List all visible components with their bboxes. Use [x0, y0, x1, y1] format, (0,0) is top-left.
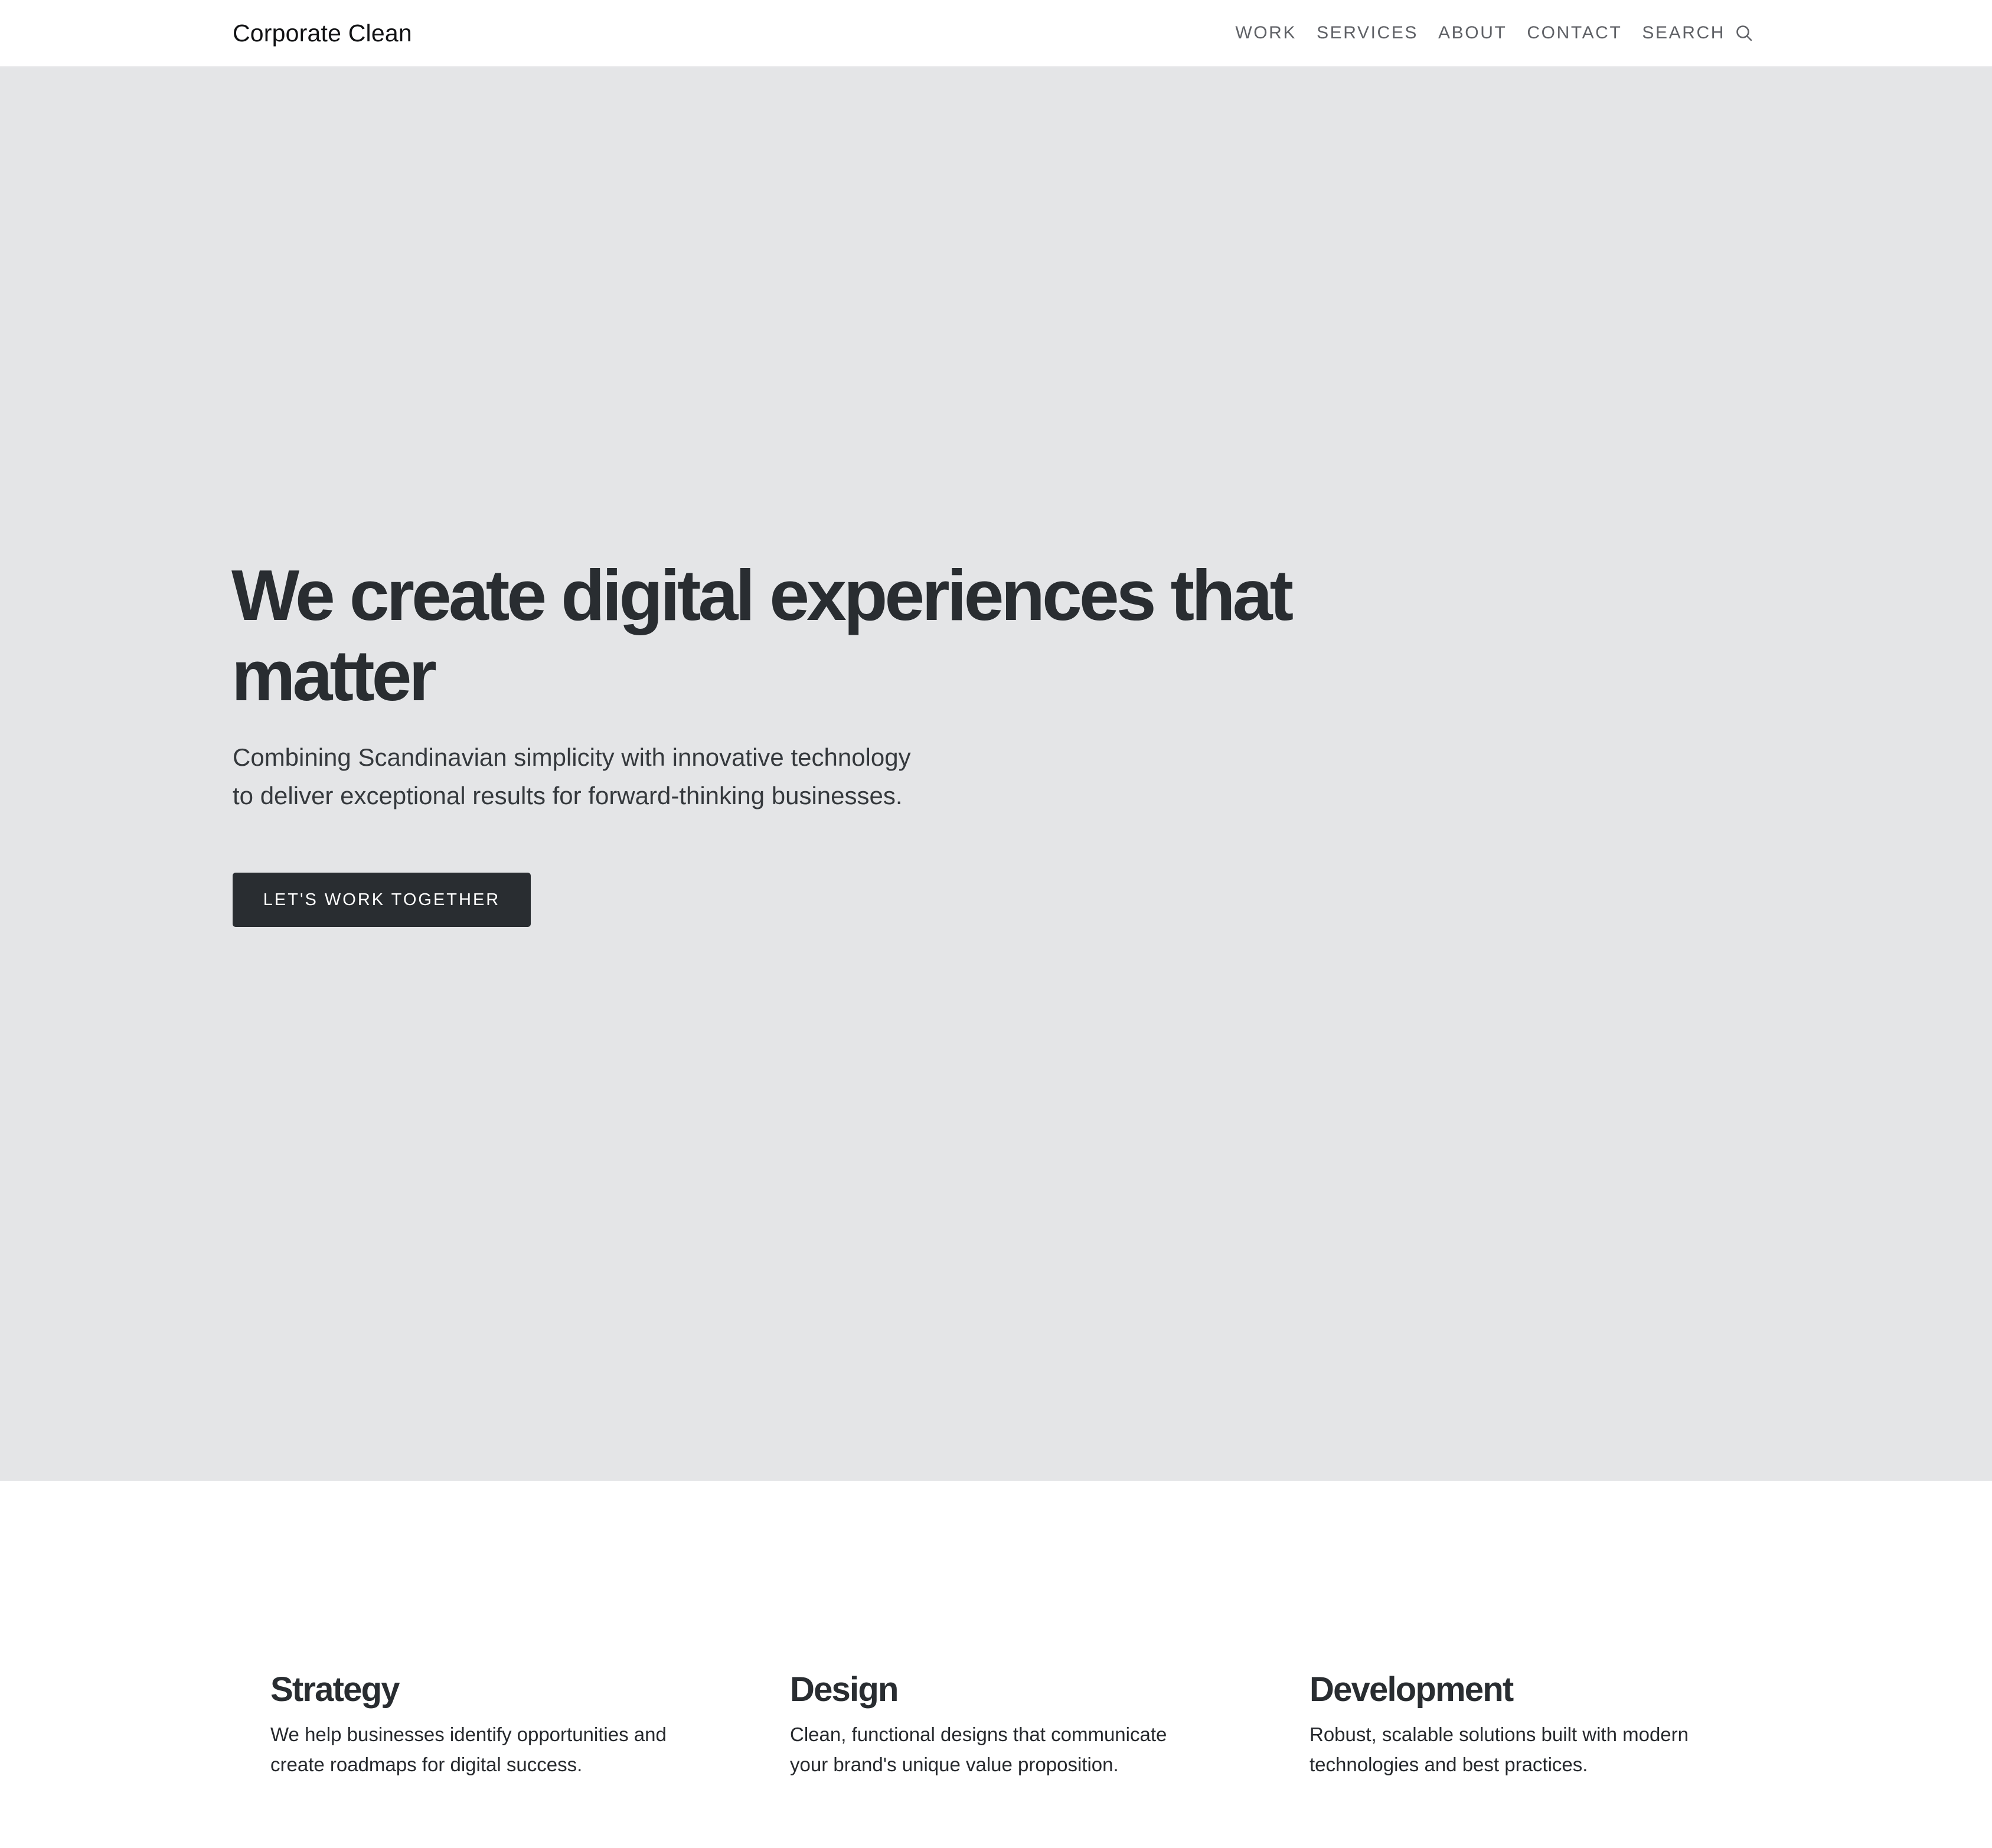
service-title: Design: [790, 1670, 899, 1709]
nav-services-link[interactable]: SERVICES: [1317, 23, 1418, 43]
services-section: Strategy We help businesses identify opp…: [0, 1481, 1992, 1848]
service-description-line-1: Robust, scalable solutions built with mo…: [1310, 1723, 1689, 1745]
service-description: Robust, scalable solutions built with mo…: [1310, 1719, 1758, 1780]
search-icon: [1735, 24, 1753, 43]
nav-search-button[interactable]: SEARCH: [1642, 23, 1753, 43]
nav-about-link[interactable]: ABOUT: [1438, 23, 1507, 43]
nav-search-label: SEARCH: [1642, 23, 1725, 43]
main-nav: WORK SERVICES ABOUT CONTACT SEARCH: [1235, 20, 1753, 46]
site-header: Corporate Clean WORK SERVICES ABOUT CONT…: [0, 0, 1992, 67]
service-description-line-2: technologies and best practices.: [1310, 1754, 1588, 1775]
nav-work-link[interactable]: WORK: [1235, 23, 1297, 43]
hero-section: We create digital experiences that matte…: [0, 67, 1992, 1481]
service-description-line-1: We help businesses identify opportunitie…: [270, 1723, 667, 1745]
service-card-development: Development Robust, scalable solutions b…: [1310, 1669, 1758, 1780]
hero-subtitle-line-2: to deliver exceptional results for forwa…: [233, 782, 903, 809]
service-title: Strategy: [270, 1670, 400, 1709]
service-title: Development: [1310, 1670, 1514, 1709]
hero-title: We create digital experiences that matte…: [231, 555, 1294, 716]
service-description-line-2: your brand's unique value proposition.: [790, 1754, 1119, 1775]
service-card-design: Design Clean, functional designs that co…: [790, 1669, 1239, 1780]
lets-work-together-button[interactable]: LET'S WORK TOGETHER: [233, 873, 531, 927]
service-description: Clean, functional designs that communica…: [790, 1719, 1239, 1780]
service-card-strategy: Strategy We help businesses identify opp…: [270, 1669, 719, 1780]
hero-subtitle: Combining Scandinavian simplicity with i…: [233, 738, 941, 815]
service-description-line-1: Clean, functional designs that communica…: [790, 1723, 1167, 1745]
nav-contact-link[interactable]: CONTACT: [1527, 23, 1622, 43]
brand-logo[interactable]: Corporate Clean: [233, 15, 412, 51]
service-description-line-2: create roadmaps for digital success.: [270, 1754, 583, 1775]
service-description: We help businesses identify opportunitie…: [270, 1719, 719, 1780]
hero-subtitle-line-1: Combining Scandinavian simplicity with i…: [233, 743, 911, 771]
